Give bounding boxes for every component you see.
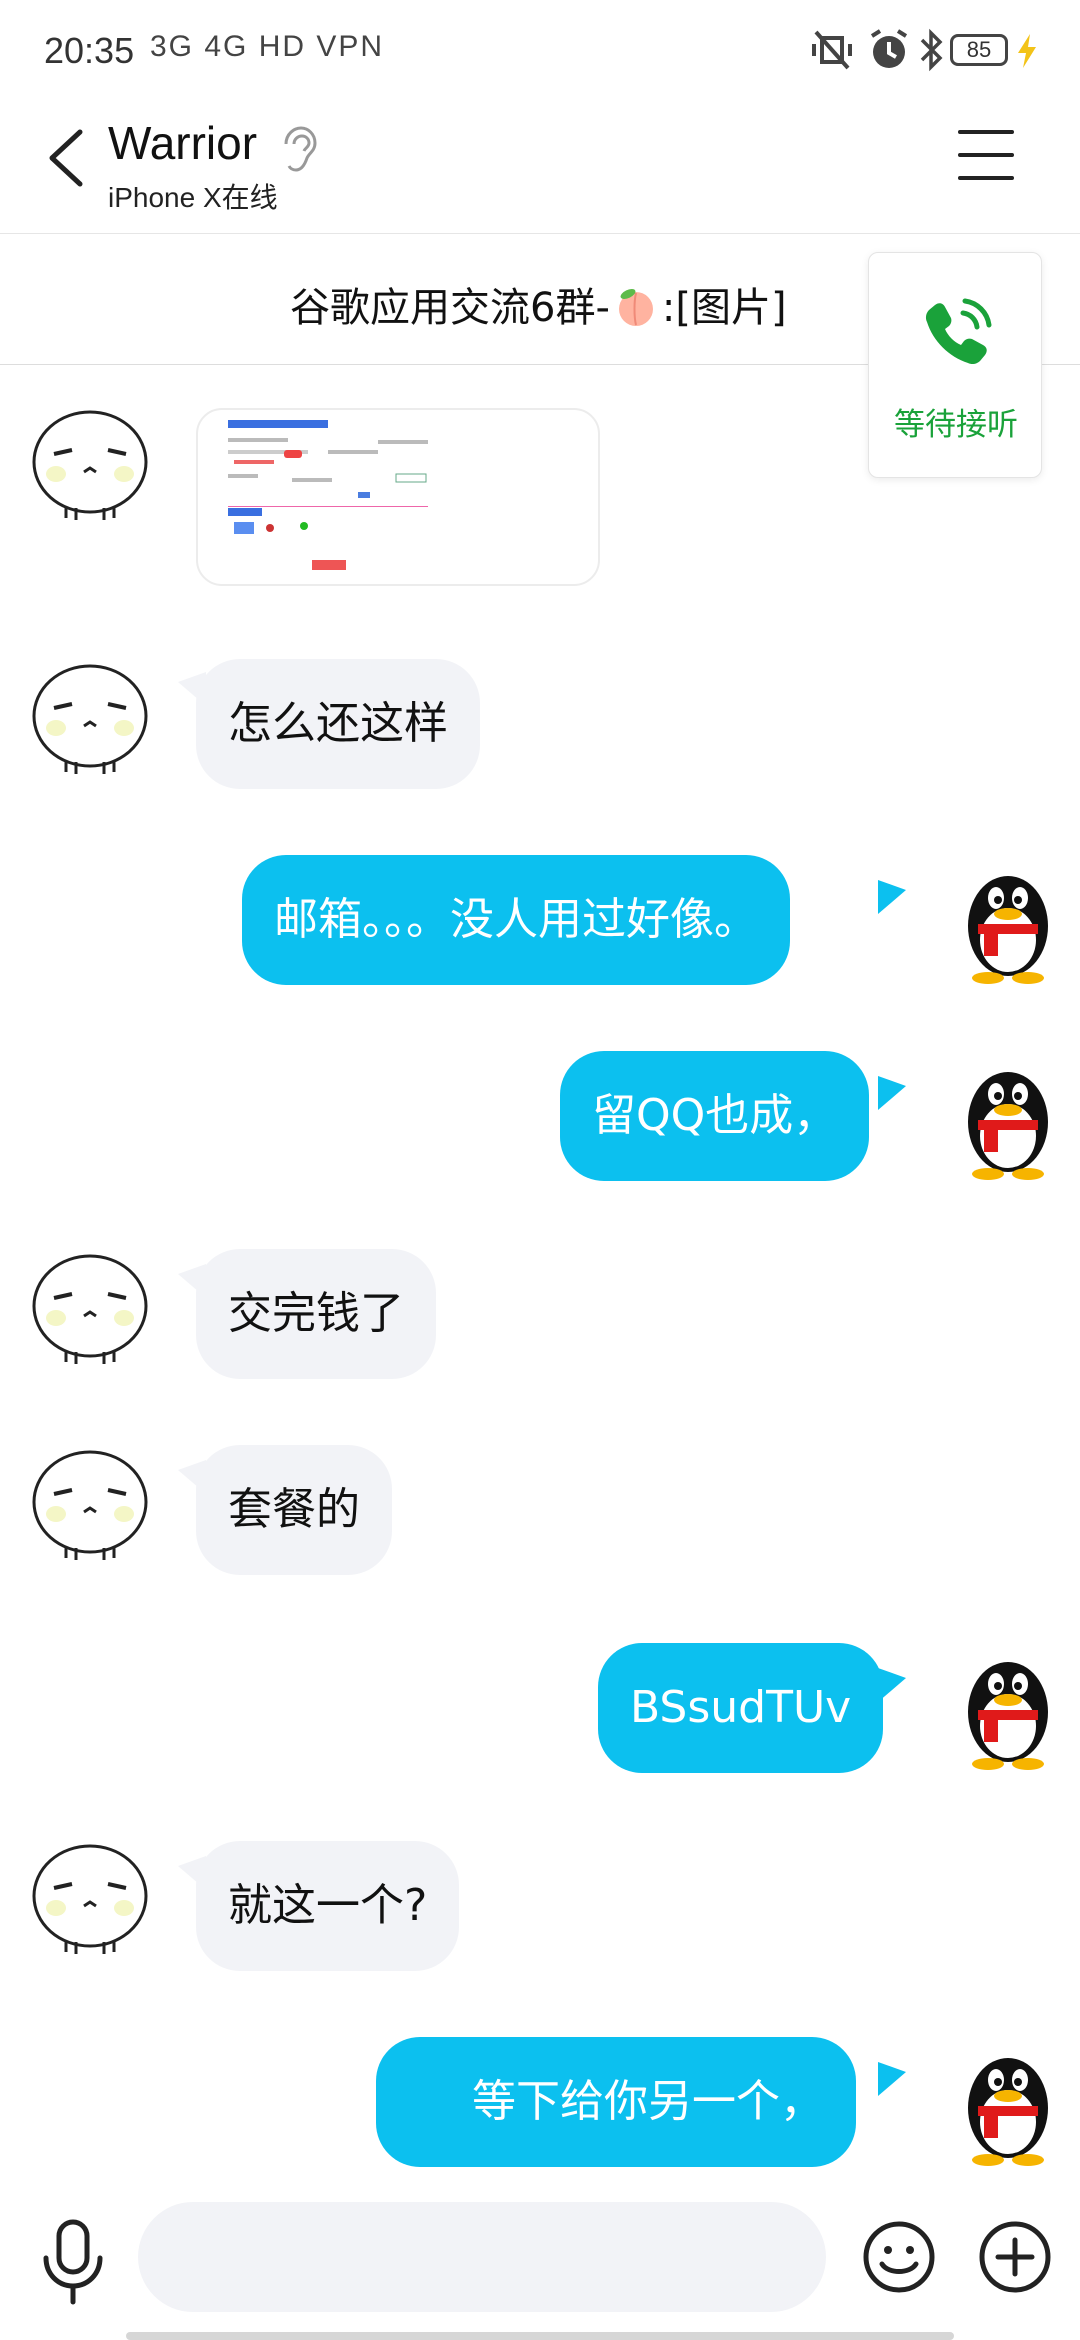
device-status: iPhone X在线 [108, 182, 278, 213]
call-waiting-card[interactable]: 等待接听 [868, 252, 1042, 478]
ear-icon[interactable] [278, 124, 318, 174]
contact-avatar[interactable] [26, 1836, 154, 1964]
status-bar: 20:35 3G 4G HD VPN 85 [0, 0, 1080, 100]
message-bubble-outgoing[interactable]: 等下给你另一个， [376, 2037, 856, 2167]
contact-name[interactable]: Warrior [108, 116, 257, 170]
message-bubble-incoming[interactable]: 怎么还这样 [196, 659, 480, 789]
bubble-tail [878, 2062, 906, 2096]
menu-bar [958, 176, 1014, 180]
contact-avatar[interactable] [26, 1442, 154, 1570]
plus-circle-icon[interactable] [978, 2220, 1052, 2294]
contact-avatar[interactable] [26, 656, 154, 784]
chat-header: Warrior iPhone X在线 [0, 100, 1080, 234]
banner-text: 谷歌应用交流6群- :[图片] [290, 275, 787, 333]
message-bubble-outgoing[interactable]: 邮箱。。。没人用过好像。 [242, 855, 790, 985]
bubble-tail [878, 1076, 906, 1110]
menu-bar [958, 153, 1014, 157]
menu-button[interactable] [958, 130, 1014, 180]
message-bubble-incoming[interactable]: 套餐的 [196, 1445, 392, 1575]
banner-message: :[图片] [661, 285, 787, 331]
alarm-icon [870, 29, 908, 68]
message-input[interactable] [138, 2202, 826, 2312]
home-indicator [126, 2332, 954, 2340]
my-avatar[interactable] [944, 1054, 1072, 1182]
charging-icon [1018, 34, 1036, 68]
smiley-icon[interactable] [862, 2220, 936, 2294]
call-waiting-label: 等待接听 [894, 407, 1018, 443]
status-time: 20:35 [44, 30, 135, 71]
bluetooth-icon [920, 28, 943, 72]
my-avatar[interactable] [944, 2040, 1072, 2168]
message-bubble-outgoing[interactable]: BSsudTUv [598, 1643, 884, 1773]
my-avatar[interactable] [944, 858, 1072, 986]
mute-vibrate-icon [812, 30, 852, 70]
input-bar [0, 2190, 1080, 2340]
bubble-tail [878, 880, 906, 914]
my-avatar[interactable] [944, 1644, 1072, 1772]
microphone-icon[interactable] [38, 2218, 108, 2306]
contact-avatar[interactable] [26, 402, 154, 530]
banner-group-name: 谷歌应用交流6群- [290, 285, 610, 331]
phone-ringing-icon [925, 298, 992, 365]
screenshot-thumbnail [228, 420, 428, 570]
peach-emoji-icon [618, 289, 653, 326]
message-bubble-incoming[interactable]: 就这一个? [196, 1841, 460, 1971]
message-bubble-incoming[interactable]: 交完钱了 [196, 1249, 436, 1379]
menu-bar [958, 130, 1014, 134]
battery-level: 85 [950, 34, 1008, 66]
contact-avatar[interactable] [26, 1246, 154, 1374]
back-chevron-icon[interactable] [44, 126, 88, 190]
image-message[interactable] [196, 408, 600, 586]
message-bubble-outgoing[interactable]: 留QQ也成， [560, 1051, 870, 1181]
network-indicators: 3G 4G HD VPN [150, 30, 385, 63]
